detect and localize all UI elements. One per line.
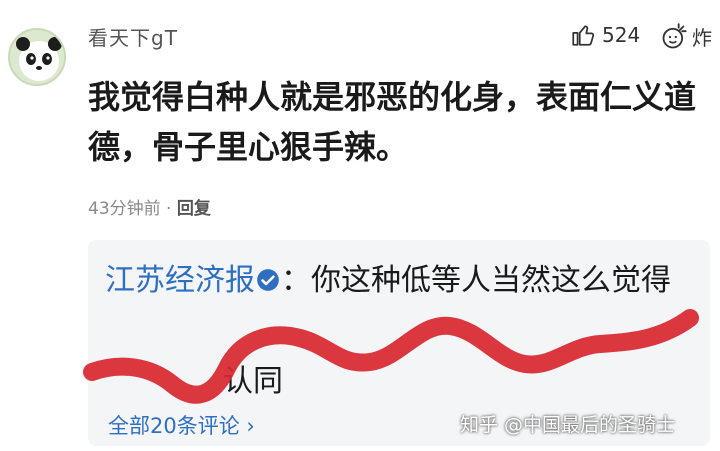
comment-body: 我觉得白种人就是邪恶的化身，表面仁义道德，骨子里心狠手辣。: [88, 78, 697, 166]
reply-preview-text: 江苏经济报 ：你这种低等人当然这么觉得: [105, 258, 705, 304]
verified-icon: [257, 269, 279, 291]
like-count: 524: [602, 23, 641, 47]
panda-avatar-icon: [16, 37, 62, 81]
reply-agree: 认同: [105, 356, 283, 400]
reply-author[interactable]: 江苏经济报: [105, 263, 255, 298]
watermark: 知乎 @中国最后的圣骑士: [460, 414, 676, 436]
reaction-label: 炸: [692, 26, 712, 50]
comment-username[interactable]: 看天下gT: [88, 22, 178, 51]
reply-body: 你这种低等人当然这么觉得: [311, 263, 671, 298]
meta-dot: ·: [166, 199, 172, 219]
comment-time: 43分钟前: [88, 199, 161, 219]
view-all-comments-link[interactable]: 全部20条评论 ›: [108, 410, 255, 440]
like-button[interactable]: 524: [570, 22, 640, 48]
reply-separator: ：: [281, 263, 311, 298]
avatar[interactable]: [8, 28, 66, 86]
thumbs-up-icon: [572, 25, 595, 46]
agree-label: 认同: [223, 364, 283, 399]
reply-button[interactable]: 回复: [177, 199, 211, 219]
all-comments-label: 全部20条评论: [108, 414, 240, 438]
reaction-button[interactable]: 炸: [660, 22, 712, 51]
reaction-icon: [662, 22, 687, 48]
chevron-right-icon: ›: [246, 414, 255, 438]
comment-screenshot: 看天下gT 524 炸 我觉得白种人就是邪恶的化身，表面仁义道德，骨子里心狠手辣…: [0, 0, 720, 451]
comment-meta: 43分钟前 · 回复: [88, 194, 211, 219]
